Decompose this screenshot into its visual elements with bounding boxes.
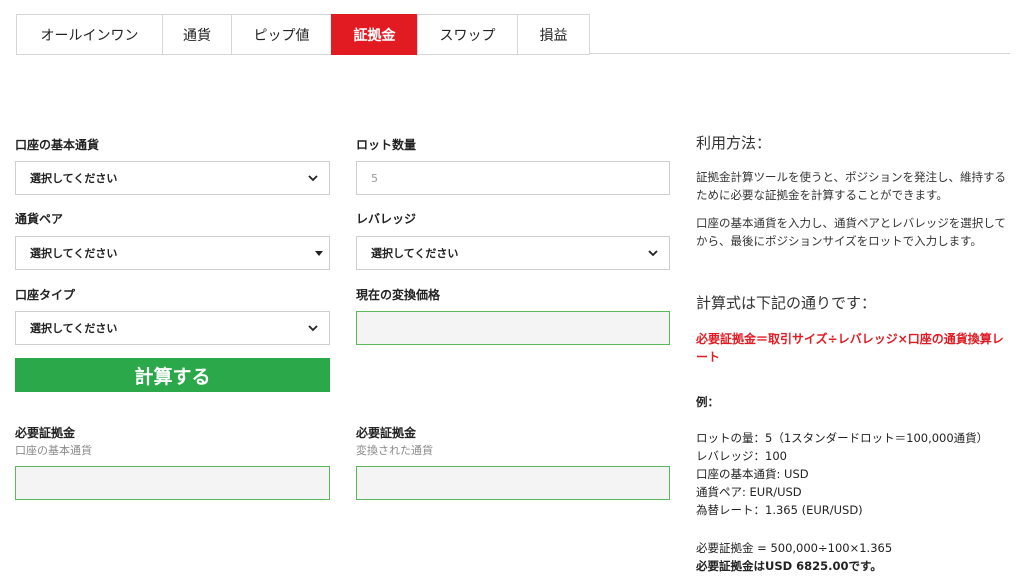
required-margin-base-output xyxy=(15,466,330,500)
lot-size-input[interactable]: 5 xyxy=(356,161,670,195)
caret-down-icon xyxy=(315,251,323,256)
leverage-label: レバレッジ xyxy=(356,212,417,226)
currency-pair-value: 選択してください xyxy=(30,247,118,260)
formula-text: 必要証拠金＝取引サイズ÷レバレッジ×口座の通貨換算レート xyxy=(696,332,1004,364)
required-margin-converted-output xyxy=(356,466,670,500)
account-type-select[interactable]: 選択してください xyxy=(15,311,330,345)
usage-heading: 利用方法： xyxy=(696,134,772,152)
tab-margin[interactable]: 証拠金 xyxy=(331,14,417,55)
example-label: 例： xyxy=(696,395,719,409)
conversion-price-output xyxy=(356,311,670,345)
chevron-down-icon xyxy=(308,175,318,182)
tab-currency[interactable]: 通貨 xyxy=(162,14,231,55)
formula-heading: 計算式は下記の通りです： xyxy=(696,294,877,312)
tab-swap[interactable]: スワップ xyxy=(417,14,517,55)
example-line: レバレッジ：100 xyxy=(696,449,787,463)
required-margin-converted-sublabel: 変換された通貨 xyxy=(356,444,433,457)
chevron-down-icon xyxy=(648,250,658,257)
base-currency-label: 口座の基本通貨 xyxy=(15,138,100,152)
calculator-tabs: オールインワン 通貨 ピップ値 証拠金 スワップ 損益 xyxy=(16,14,1010,55)
tab-pip-value[interactable]: ピップ値 xyxy=(231,14,331,55)
example-line: 通貨ペア: EUR/USD xyxy=(696,485,802,499)
leverage-select[interactable]: 選択してください xyxy=(356,236,670,270)
conversion-price-label: 現在の変換価格 xyxy=(356,288,441,302)
currency-pair-label: 通貨ペア xyxy=(15,212,64,226)
required-margin-base-label: 必要証拠金 xyxy=(15,426,76,440)
example-line: 為替レート：1.365 (EUR/USD) xyxy=(696,503,863,517)
account-type-value: 選択してください xyxy=(30,322,118,335)
tab-all-in-one[interactable]: オールインワン xyxy=(16,14,162,55)
base-currency-select[interactable]: 選択してください xyxy=(15,161,330,195)
account-type-label: 口座タイプ xyxy=(15,288,76,302)
required-margin-converted-label: 必要証拠金 xyxy=(356,426,417,440)
base-currency-value: 選択してください xyxy=(30,172,118,185)
calculate-button[interactable]: 計算する xyxy=(15,358,330,392)
example-line: ロットの量：5（1スタンダードロット＝100,000通貨） xyxy=(696,431,989,445)
tab-profit-loss[interactable]: 損益 xyxy=(517,14,590,55)
currency-pair-select[interactable]: 選択してください xyxy=(15,236,330,270)
example-line: 口座の基本通貨: USD xyxy=(696,467,809,481)
result-line: 必要証拠金はUSD 6825.00です。 xyxy=(696,559,882,573)
usage-paragraph-1: 証拠金計算ツールを使うと、ポジションを発注し、維持するために必要な証拠金を計算す… xyxy=(696,170,1007,202)
calculation-line: 必要証拠金 = 500,000÷100×1.365 xyxy=(696,541,893,555)
required-margin-base-sublabel: 口座の基本通貨 xyxy=(15,444,92,457)
leverage-value: 選択してください xyxy=(371,247,459,260)
usage-paragraph-2: 口座の基本通貨を入力し、通貨ペアとレバレッジを選択してから、最後にポジションサイ… xyxy=(696,216,1006,248)
chevron-down-icon xyxy=(308,325,318,332)
lot-size-label: ロット数量 xyxy=(356,138,417,152)
